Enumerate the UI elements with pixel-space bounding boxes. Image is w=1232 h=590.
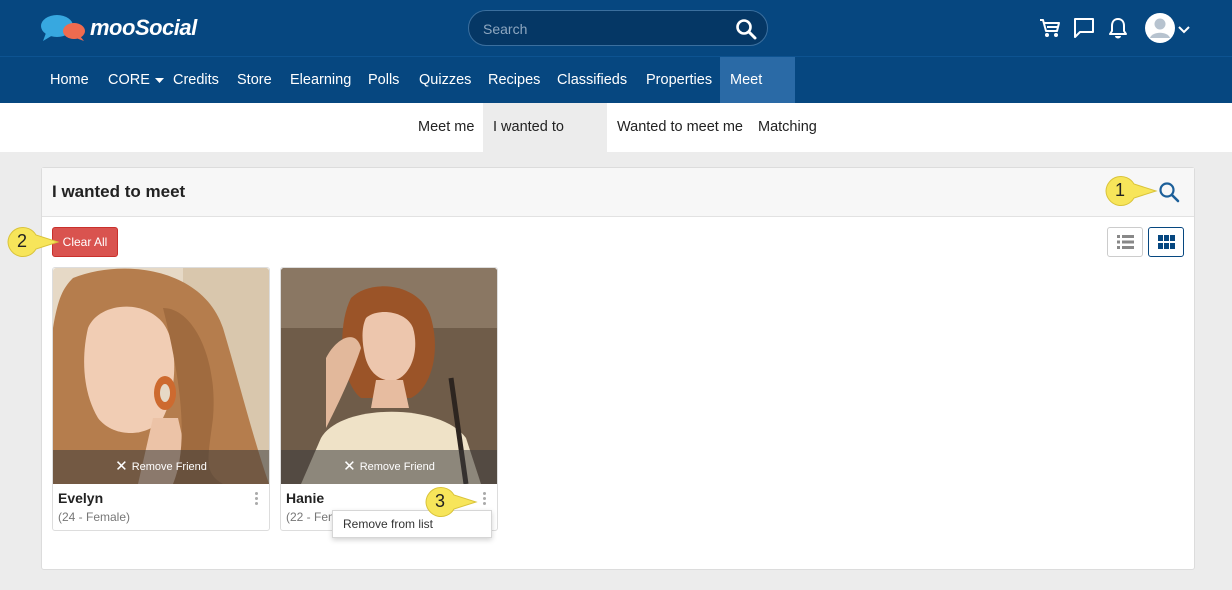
user-name[interactable]: Evelyn [58, 490, 103, 506]
close-icon: ✕ [115, 458, 128, 475]
search-icon[interactable] [1158, 181, 1180, 208]
nav-item-label: Credits [173, 72, 219, 88]
nav-item-home[interactable]: Home [40, 57, 99, 103]
callout-number: 2 [16, 231, 27, 251]
callout-marker: 2 [6, 225, 60, 258]
nav-item-label: Store [237, 72, 272, 88]
remove-friend-label: Remove Friend [359, 461, 435, 473]
remove-friend-button[interactable]: ✕ Remove Friend [53, 450, 269, 484]
sub-nav: Meet me I wanted to meet Wanted to meet … [0, 103, 1232, 184]
close-icon: ✕ [343, 458, 356, 475]
more-options-icon[interactable] [481, 492, 487, 506]
remove-friend-label: Remove Friend [131, 461, 207, 473]
user-meta: (24 - Female) [58, 510, 131, 524]
more-options-icon[interactable] [253, 492, 259, 506]
tab-wanted-to-meet-me[interactable]: Wanted to meet me [607, 103, 753, 152]
cart-icon[interactable] [1039, 17, 1061, 44]
tab-i-wanted-to-meet[interactable]: I wanted to meet [483, 103, 607, 184]
nav-item-properties[interactable]: Properties [636, 57, 722, 103]
bell-icon[interactable] [1108, 17, 1128, 44]
tab-meet-me[interactable]: Meet me [408, 103, 484, 152]
page-title: I wanted to meet [52, 182, 186, 201]
brand-logo[interactable]: mooSocial [40, 14, 197, 42]
user-photo[interactable]: ✕ Remove Friend [53, 268, 269, 484]
nav-item-label: Properties [646, 72, 713, 88]
panel-header: I wanted to meet [42, 168, 1194, 217]
remove-friend-button[interactable]: ✕ Remove Friend [281, 450, 497, 484]
user-photo[interactable]: ✕ Remove Friend [281, 268, 497, 484]
chevron-down-icon[interactable] [1178, 22, 1190, 40]
grid-view-button[interactable] [1148, 227, 1184, 257]
nav-item-label: Quizzes [419, 72, 472, 88]
user-name[interactable]: Hanie [286, 490, 324, 506]
nav-item-classifieds[interactable]: Classifieds [547, 57, 637, 103]
top-bar: mooSocial [0, 0, 1232, 56]
nav-item-label: Home [50, 72, 89, 88]
callout-number: 1 [1114, 180, 1125, 200]
avatar-icon[interactable] [1144, 12, 1176, 49]
list-view-icon [1117, 235, 1134, 254]
tab-label: Wanted to meet me [617, 119, 743, 135]
brand-name: mooSocial [90, 15, 197, 40]
remove-from-list-menu-item[interactable]: Remove from list [343, 517, 491, 531]
callout-marker: 3 [424, 485, 478, 518]
nav-item-quizzes[interactable]: Quizzes [409, 57, 481, 103]
clear-all-button[interactable]: Clear All [52, 227, 118, 257]
nav-item-recipes[interactable]: Recipes [478, 57, 550, 103]
tab-label: Meet me [418, 119, 475, 135]
tab-matching[interactable]: Matching [748, 103, 827, 152]
nav-item-polls[interactable]: Polls [358, 57, 409, 103]
chat-icon[interactable] [1073, 17, 1095, 44]
callout-number: 3 [434, 491, 445, 511]
main-nav: Home CORE Credits Store Elearning Polls … [0, 56, 1232, 134]
chat-bubbles-logo-icon [41, 15, 85, 41]
search-input[interactable] [483, 19, 723, 39]
nav-item-label: CORE [108, 72, 150, 88]
nav-item-store[interactable]: Store [227, 57, 282, 103]
nav-item-label: Recipes [488, 72, 541, 88]
nav-item-label: Polls [368, 72, 400, 88]
callout-marker: 1 [1104, 174, 1158, 207]
nav-item-label: Classifieds [557, 72, 628, 88]
search-box [468, 10, 768, 46]
nav-item-elearning[interactable]: Elearning [280, 57, 361, 103]
meet-list-panel: I wanted to meet Clear All ✕ Remove Frie… [41, 167, 1195, 570]
search-icon[interactable] [735, 18, 757, 45]
user-card: ✕ Remove Friend Evelyn (24 - Female) [52, 267, 270, 531]
grid-view-icon [1158, 235, 1175, 254]
nav-item-credits[interactable]: Credits [163, 57, 229, 103]
tab-label: Matching [758, 119, 817, 135]
nav-item-meet-me[interactable]: Meet me [720, 57, 795, 134]
nav-item-label: Elearning [290, 72, 352, 88]
list-view-button[interactable] [1107, 227, 1143, 257]
